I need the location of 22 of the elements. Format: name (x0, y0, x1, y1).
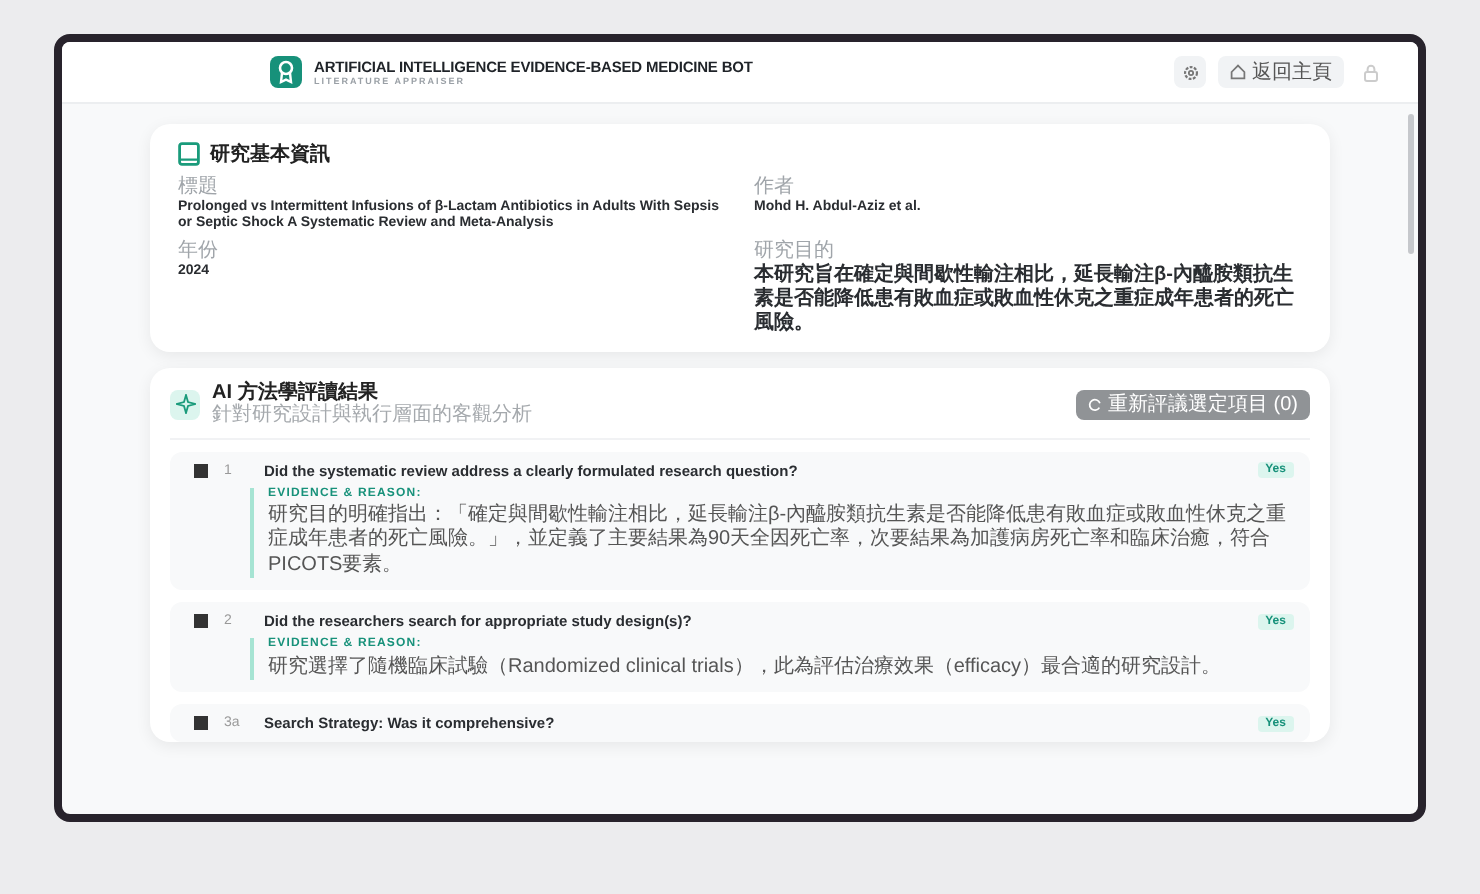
field-label: 年份 (178, 240, 220, 264)
field-label: 作者 (754, 176, 796, 199)
evidence-text: 研究目的明確指出：「確定與間歇性輸注相比，延長輸注β-內醯胺類抗生素是否能降低患有敗血症或敗血性休克之重症成年患者的死亡風險。」，並定義了主要結果為90天全因死亡率，次要結果為加護病房死亡率和臨床治癒，符合PICOTS要素。 (268, 503, 1289, 579)
book-icon (178, 142, 200, 166)
home-icon (1230, 64, 1246, 80)
section-heading: AI 方法學評讀結果 (212, 381, 380, 404)
refresh-icon (1088, 397, 1102, 412)
field-label: 標題 (178, 176, 220, 199)
evidence-text: 研究選擇了隨機臨床試驗（Randomized clinical trials），此為評估治療效果（efficacy）最合適的研究設計。 (268, 655, 1224, 681)
home-button[interactable]: 返回主頁 (1218, 56, 1344, 88)
field-value: 本研究旨在確定與間歇性輸注相比，延長輸注β-內醯胺類抗生素是否能降低患有敗血症或敗血性休克之重症成年患者的死亡風險。 (754, 263, 1296, 336)
checkbox[interactable] (194, 463, 208, 478)
settings-icon (1181, 63, 1199, 81)
section-heading: 研究基本資訊 (210, 141, 330, 168)
award-logo-icon (270, 56, 302, 88)
checkbox[interactable] (194, 614, 208, 629)
checkbox[interactable] (194, 716, 208, 731)
sparkle-icon (170, 389, 200, 420)
section-subheading: 針對研究設計與執行層面的客觀分析 (212, 404, 532, 428)
scrollbar-thumb[interactable] (1408, 114, 1414, 254)
settings-button[interactable] (1174, 56, 1206, 88)
field-label: 研究目的 (754, 240, 836, 263)
